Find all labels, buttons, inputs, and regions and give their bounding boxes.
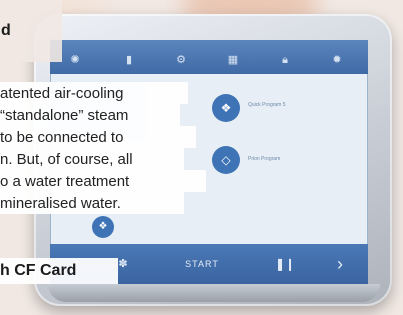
prion-program-label[interactable]: Prion Program	[248, 156, 280, 162]
body-text-line: atented air-cooling	[0, 85, 124, 102]
chevron-right-icon[interactable]: ›	[320, 244, 360, 284]
sub-heading: h CF Card	[0, 262, 77, 279]
cog-icon[interactable]: ✹	[330, 53, 344, 67]
calendar-icon[interactable]: ▦	[226, 53, 240, 67]
lock-icon[interactable]: 🔒︎	[278, 53, 292, 67]
article-text-overlay: d atented air-cooling “standalone” steam…	[0, 0, 222, 315]
body-text-line: to be connected to	[0, 129, 124, 146]
body-text-line: “standalone” steam	[0, 107, 129, 124]
body-text-line: mineralised water.	[0, 195, 121, 212]
body-text-line: o a water treatment	[0, 173, 130, 190]
quick-program-label[interactable]: Quick Program 5	[248, 102, 286, 108]
pause-icon[interactable]: ❚❙	[270, 244, 300, 284]
body-text-line: n. But, of course, all	[0, 151, 133, 168]
section-heading: d	[1, 22, 11, 39]
